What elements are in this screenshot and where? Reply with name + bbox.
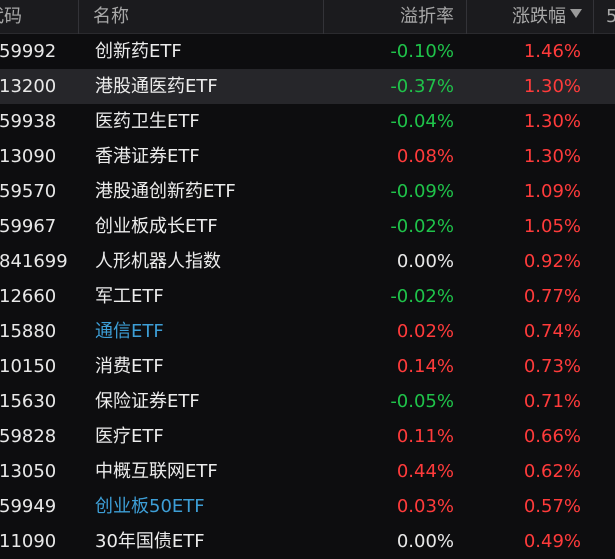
table-header: 代码 名称 溢折率 涨跌幅 5 xyxy=(0,0,615,34)
premium-rate: 0.03% xyxy=(396,496,454,517)
table-body: 59992 创新药ETF -0.10% 1.46% 13200 港股通医药ETF -0.37… xyxy=(0,34,615,559)
change-percent: 1.30% xyxy=(523,76,581,97)
change-percent: 0.92% xyxy=(523,251,581,272)
table-row[interactable]: 10150 消费ETF 0.14% 0.73% xyxy=(0,349,615,384)
premium-rate: -0.37% xyxy=(390,76,454,97)
premium-rate: 0.44% xyxy=(396,461,454,482)
table-row[interactable]: 11090 30年国债ETF 0.00% 0.49% xyxy=(0,524,615,559)
premium-rate: 0.14% xyxy=(396,356,454,377)
table-row[interactable]: 59992 创新药ETF -0.10% 1.46% xyxy=(0,34,615,69)
column-header-premium[interactable]: 溢折率 xyxy=(400,0,454,34)
change-percent: 1.05% xyxy=(523,216,581,237)
table-row[interactable]: 13090 香港证券ETF 0.08% 1.30% xyxy=(0,139,615,174)
fund-name[interactable]: 创业板50ETF xyxy=(95,489,205,524)
table-row[interactable]: 841699 人形机器人指数 0.00% 0.92% xyxy=(0,244,615,279)
premium-rate: 0.00% xyxy=(396,531,454,552)
column-divider[interactable] xyxy=(78,0,79,34)
column-divider[interactable] xyxy=(466,0,467,34)
change-percent: 1.09% xyxy=(523,181,581,202)
column-header-change[interactable]: 涨跌幅 xyxy=(512,0,566,34)
change-percent: 1.30% xyxy=(523,146,581,167)
fund-name: 创业板成长ETF xyxy=(95,216,218,237)
fund-name: 港股通医药ETF xyxy=(95,76,218,97)
fund-code: 59938 xyxy=(0,111,57,132)
premium-rate: -0.05% xyxy=(390,391,454,412)
change-percent: 0.77% xyxy=(523,286,581,307)
premium-rate: -0.09% xyxy=(390,181,454,202)
column-header-name[interactable]: 名称 xyxy=(93,0,129,34)
premium-rate: -0.04% xyxy=(390,111,454,132)
column-divider[interactable] xyxy=(323,0,324,34)
premium-rate: 0.02% xyxy=(396,321,454,342)
sort-descending-icon[interactable] xyxy=(570,9,582,18)
premium-rate: 0.08% xyxy=(396,146,454,167)
premium-rate: -0.02% xyxy=(390,216,454,237)
fund-code: 15880 xyxy=(0,321,57,342)
table-row[interactable]: 59570 港股通创新药ETF -0.09% 1.09% xyxy=(0,174,615,209)
change-percent: 1.46% xyxy=(523,41,581,62)
table-row[interactable]: 12660 军工ETF -0.02% 0.77% xyxy=(0,279,615,314)
change-percent: 0.74% xyxy=(523,321,581,342)
fund-code: 59828 xyxy=(0,426,57,447)
table-row[interactable]: 15880 通信ETF 0.02% 0.74% xyxy=(0,314,615,349)
fund-name: 医药卫生ETF xyxy=(95,111,200,132)
fund-name: 人形机器人指数 xyxy=(95,251,221,272)
change-percent: 0.73% xyxy=(523,356,581,377)
etf-quote-table: 代码 名称 溢折率 涨跌幅 5 59992 创新药ETF -0.10% 1.46% 13… xyxy=(0,0,615,559)
fund-name: 医疗ETF xyxy=(95,426,164,447)
fund-name: 中概互联网ETF xyxy=(95,461,218,482)
fund-name: 保险证券ETF xyxy=(95,391,200,412)
table-row[interactable]: 15630 保险证券ETF -0.05% 0.71% xyxy=(0,384,615,419)
fund-code: 59992 xyxy=(0,41,57,62)
table-row[interactable]: 59949 创业板50ETF 0.03% 0.57% xyxy=(0,489,615,524)
change-percent: 0.71% xyxy=(523,391,581,412)
change-percent: 0.66% xyxy=(523,426,581,447)
premium-rate: 0.11% xyxy=(396,426,454,447)
table-row[interactable]: 13050 中概互联网ETF 0.44% 0.62% xyxy=(0,454,615,489)
change-percent: 0.57% xyxy=(523,496,581,517)
change-percent: 1.30% xyxy=(523,111,581,132)
fund-code: 12660 xyxy=(0,286,57,307)
fund-name: 军工ETF xyxy=(95,286,164,307)
column-header-code[interactable]: 代码 xyxy=(0,0,22,34)
table-row[interactable]: 59828 医疗ETF 0.11% 0.66% xyxy=(0,419,615,454)
fund-code: 13200 xyxy=(0,76,57,97)
fund-name: 消费ETF xyxy=(95,356,164,377)
fund-code: 13050 xyxy=(0,461,57,482)
fund-code: 13090 xyxy=(0,146,57,167)
table-row[interactable]: 13200 港股通医药ETF -0.37% 1.30% xyxy=(0,69,615,104)
premium-rate: 0.00% xyxy=(396,251,454,272)
fund-name: 创新药ETF xyxy=(95,41,182,62)
premium-rate: -0.02% xyxy=(390,286,454,307)
fund-code: 11090 xyxy=(0,531,57,552)
change-percent: 0.62% xyxy=(523,461,581,482)
fund-name: 30年国债ETF xyxy=(95,531,205,552)
column-divider[interactable] xyxy=(593,0,594,34)
table-row[interactable]: 59938 医药卫生ETF -0.04% 1.30% xyxy=(0,104,615,139)
fund-name: 香港证券ETF xyxy=(95,146,200,167)
fund-name[interactable]: 通信ETF xyxy=(95,314,164,349)
column-header-extra[interactable]: 5 xyxy=(606,0,615,34)
fund-code: 59967 xyxy=(0,216,57,237)
table-row[interactable]: 59967 创业板成长ETF -0.02% 1.05% xyxy=(0,209,615,244)
fund-code: 59949 xyxy=(0,496,57,517)
fund-name: 港股通创新药ETF xyxy=(95,181,236,202)
premium-rate: -0.10% xyxy=(390,41,454,62)
change-percent: 0.49% xyxy=(523,531,581,552)
fund-code: 841699 xyxy=(0,251,68,272)
fund-code: 10150 xyxy=(0,356,57,377)
fund-code: 15630 xyxy=(0,391,57,412)
fund-code: 59570 xyxy=(0,181,57,202)
